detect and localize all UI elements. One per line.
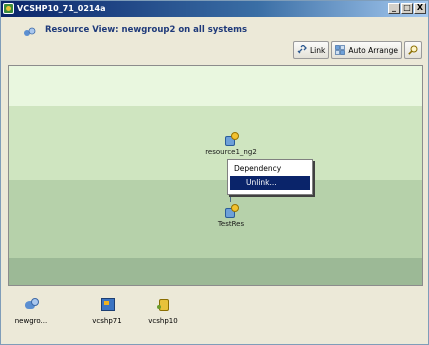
auto-arrange-icon [335,45,346,55]
link-button-label: Link [309,45,326,55]
auto-arrange-button-label: Auto Arrange [348,45,398,55]
maximize-button[interactable]: □ [401,3,413,14]
title-bar[interactable]: VCSHP10_71_0214a _ □ X [1,1,428,17]
resource-canvas[interactable]: resource1_ng2 TestRes Dependency Unlink.… [8,65,423,286]
context-menu-item-unlink[interactable]: Unlink... [230,176,310,190]
link-icon [297,45,307,54]
system-item-label: vcshp10 [148,317,178,325]
context-menu-item-dependency[interactable]: Dependency [230,162,310,176]
app-icon [3,3,14,14]
context-menu: Dependency Unlink... [227,159,313,195]
window-controls: _ □ X [388,3,426,14]
group-icon [23,297,39,311]
main-window: VCSHP10_71_0214a _ □ X Resource View: ne… [0,0,429,345]
resource-node[interactable]: resource1_ng2 [201,132,261,156]
system-icon [155,297,171,311]
system-item[interactable]: newgro... [9,297,53,325]
close-button[interactable]: X [414,3,426,14]
resource-node[interactable]: TestRes [201,204,261,228]
view-header: Resource View: newgroup2 on all systems … [5,19,426,65]
system-item[interactable]: vcshp10 [141,297,185,325]
systems-bar: newgro... vcshp71 vcshp10 [5,289,426,343]
system-item-label: vcshp71 [92,317,122,325]
minimize-button[interactable]: _ [388,3,400,14]
window-title: VCSHP10_71_0214a [17,4,106,13]
resource-icon [224,204,239,218]
auto-arrange-button[interactable]: Auto Arrange [331,41,402,59]
search-button[interactable] [404,41,422,59]
search-icon [408,45,418,55]
resource-node-label: TestRes [217,220,245,228]
resource-icon [224,132,239,146]
view-title: Resource View: newgroup2 on all systems [45,25,248,35]
canvas-band [9,258,422,285]
canvas-band [9,66,422,106]
link-button[interactable]: Link [292,41,330,59]
server-icon [99,297,115,311]
toolbar: Link Auto Arrange [292,41,422,59]
resource-view-icon [24,27,36,36]
system-item[interactable]: vcshp71 [85,297,129,325]
resource-node-label: resource1_ng2 [205,148,257,156]
system-item-label: newgro... [14,317,48,325]
